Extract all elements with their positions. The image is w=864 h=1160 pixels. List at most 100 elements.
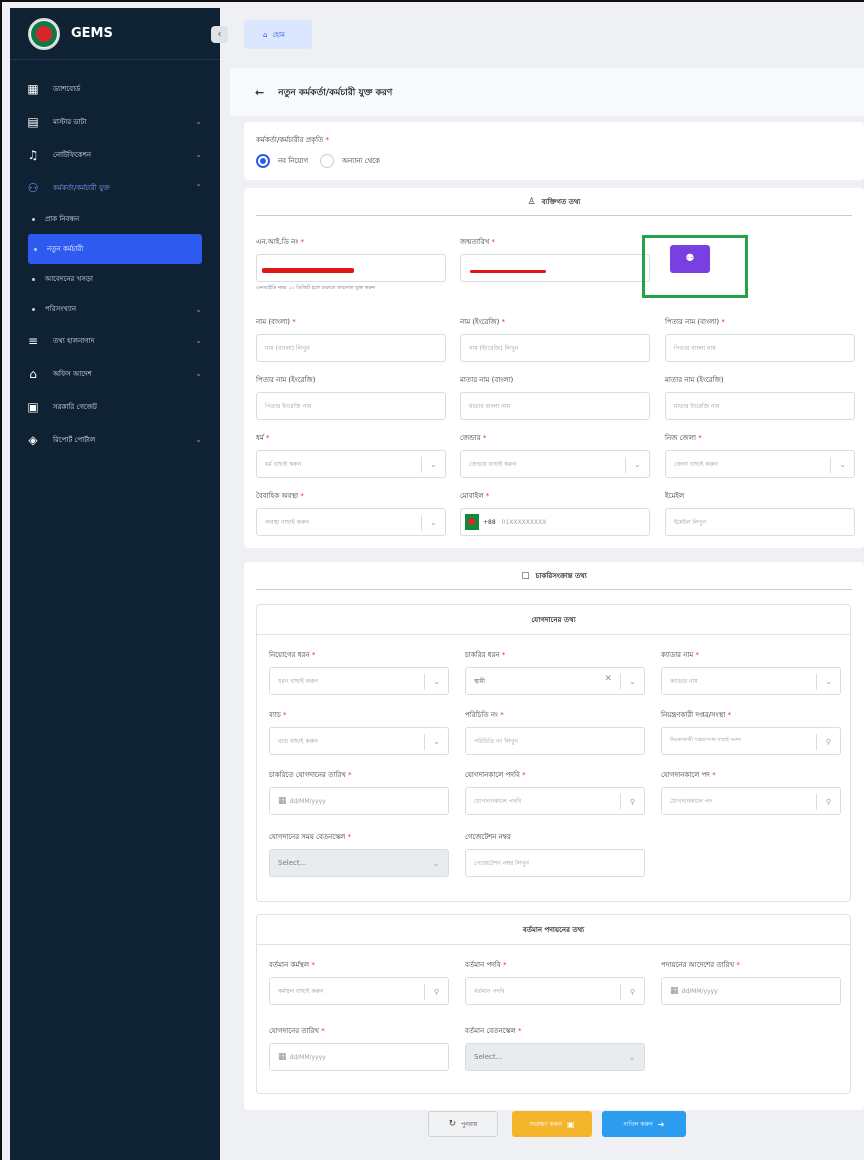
sidebar-item-label: মাস্টার ডাটা [53, 117, 87, 126]
back-arrow-icon[interactable]: ← [255, 86, 264, 99]
sidebar-subitem-label: নতুন কর্মচারী [47, 245, 84, 253]
chevron-down-icon: ⌄ [195, 369, 202, 378]
controller-field: নিয়ন্ত্রণকারী দপ্তর/সংস্থা * নিয়ন্ত্রণ… [661, 709, 841, 755]
gender-field: জেন্ডার * জেন্ডার বাছাই করুন ⌄ [460, 432, 650, 478]
sidebar-item-report-portal[interactable]: ◈ রিপোর্ট পোর্টাল ⌄ [10, 423, 220, 456]
sidebar-item-label: কর্মকর্তা/কর্মচারী যুক্ত [53, 183, 110, 192]
dob-input[interactable] [460, 254, 650, 282]
sidebar-subitem-drafts[interactable]: আবেদনের খসড়া [10, 264, 220, 294]
religion-field: ধর্ম * ধর্ম বাছাই করুন ⌄ [256, 432, 446, 478]
sidebar-item-label: নোটিফিকেশন [53, 150, 92, 159]
radio-new-appointment[interactable] [256, 154, 270, 168]
sidebar-nav: ▦ ড্যাশবোর্ড ▤ মাস্টার ডাটা ⌄ ♫ নোটিফিকেশন ⌄ … [10, 60, 220, 456]
email-field: ইমেইল ইমেইল লিখুন [665, 490, 855, 536]
radio-other-label: অন্যান্য থেকে [342, 157, 380, 165]
sidebar-item-label: ড্যাশবোর্ড [53, 84, 81, 93]
gazette-no-input[interactable]: গেজেটেশন নম্বর লিখুন [465, 849, 645, 877]
join-rank-select[interactable]: যোগদানকালে পদ ⚲ [661, 787, 841, 815]
district-select[interactable]: জেলা বাছাই করুন ⌄ [665, 450, 855, 478]
nature-radio-group: নব নিয়োগ অন্যান্য থেকে [256, 154, 864, 168]
sidebar-item-master-data[interactable]: ▤ মাস্টার ডাটা ⌄ [10, 105, 220, 138]
chevron-down-icon: ⌄ [424, 734, 448, 750]
chevron-down-icon: ⌄ [421, 457, 445, 473]
name-en-input[interactable]: নাম (ইংরেজি) লিখুন [460, 334, 650, 362]
workplace-select[interactable]: কর্মস্থল বাছাই করুন ⚲ [269, 977, 449, 1005]
name-en-field: নাম (ইংরেজি) * নাম (ইংরেজি) লিখুন [460, 316, 650, 362]
current-designation-select[interactable]: বর্তমান পদবি ⚲ [465, 977, 645, 1005]
join-date-input[interactable]: ▦ dd/MM/yyyy [269, 787, 449, 815]
sidebar-subitem-statistics[interactable]: পরিসংখ্যান ⌄ [10, 294, 220, 324]
current-pay-scale-select[interactable]: Select... ⌄ [465, 1043, 645, 1071]
sidebar-item-add-employee[interactable]: ⚇ কর্মকর্তা/কর্মচারী যুক্ত ⌃ [10, 171, 220, 204]
top-border [0, 0, 864, 2]
sidebar-subitem-label: আবেদনের খসড়া [45, 275, 93, 283]
job-type-field: চাকরির ধরন * স্থায়ী ✕ ⌄ [465, 649, 645, 695]
sidebar-subitem-label: পরিসংখ্যান [45, 305, 77, 313]
join-pay-scale-select[interactable]: Select... ⌄ [269, 849, 449, 877]
bank-icon: ⌂ [29, 366, 37, 381]
sidebar-subitem-new-employee[interactable]: নতুন কর্মচারী [28, 234, 202, 264]
name-bn-input[interactable]: নাম (বাংলা) লিখুন [256, 334, 446, 362]
sidebar-subitem-pre-registration[interactable]: প্রাক নিবন্ধন [10, 204, 220, 234]
radio-other[interactable] [320, 154, 335, 168]
bangladesh-flag-icon [465, 514, 479, 530]
save-button[interactable]: সংরক্ষণ করুন ▣ [512, 1111, 592, 1137]
religion-select[interactable]: ধর্ম বাছাই করুন ⌄ [256, 450, 446, 478]
search-list-icon: ⚲ [816, 794, 840, 810]
controller-select[interactable]: নিয়ন্ত্রণকারী দপ্তর/সংস্থা বাছাই করুন ⚲ [661, 727, 841, 755]
sidebar-item-dashboard[interactable]: ▦ ড্যাশবোর্ড [10, 72, 220, 105]
government-logo [28, 17, 60, 50]
app-name: GEMS [71, 26, 113, 41]
batch-select[interactable]: ব্যাচ বাছাই করুন ⌄ [269, 727, 449, 755]
arrow-right-icon: ➜ [657, 1119, 665, 1129]
sidebar-item-notification[interactable]: ♫ নোটিফিকেশন ⌄ [10, 138, 220, 171]
gender-select[interactable]: জেন্ডার বাছাই করুন ⌄ [460, 450, 650, 478]
sidebar-item-update-info[interactable]: ≡ তথ্য হালনাগাদ ⌄ [10, 324, 220, 357]
current-designation-field: বর্তমান পদবি * বর্তমান পদবি ⚲ [465, 959, 645, 1005]
edit-list-icon: ≡ [27, 333, 39, 348]
chevron-up-icon: ⌃ [195, 183, 202, 192]
name-bn-field: নাম (বাংলা) * নাম (বাংলা) লিখুন [256, 316, 446, 362]
search-list-icon: ⚲ [620, 984, 644, 1000]
briefcase-icon: ▢ [521, 570, 530, 581]
join-post-select[interactable]: যোগদানকালে পদবি ⚲ [465, 787, 645, 815]
email-input[interactable]: ইমেইল লিখুন [665, 508, 855, 536]
calendar-icon: ▦ [278, 796, 287, 806]
cadre-field: ক্যাডার নাম * ক্যাডার নাম ⌄ [661, 649, 841, 695]
marital-select[interactable]: অবস্থা বাছাই করুন ⌄ [256, 508, 446, 536]
cadre-select[interactable]: ক্যাডার নাম ⌄ [661, 667, 841, 695]
search-list-icon: ⚲ [424, 984, 448, 1000]
join-post-field: যোগদানকালে পদবি * যোগদানকালে পদবি ⚲ [465, 769, 645, 815]
mother-en-input[interactable]: মাতার ইংরেজি নাম [665, 392, 855, 420]
order-date-input[interactable]: ▦ dd/MM/yyyy [661, 977, 841, 1005]
appoint-type-select[interactable]: ধরন বাছাই করুন ⌄ [269, 667, 449, 695]
id-no-input[interactable]: পরিচিতি নং লিখুন [465, 727, 645, 755]
chevron-down-icon: ⌄ [432, 859, 440, 868]
sidebar-item-office-order[interactable]: ⌂ অফিস আদেশ ⌄ [10, 357, 220, 390]
sidebar-item-gazette[interactable]: ▣ সরকারি গেজেট [10, 390, 220, 423]
appoint-type-field: নিয়োগের ধরন * ধরন বাছাই করুন ⌄ [269, 649, 449, 695]
personal-info-card: ♙ ব্যক্তিগত তথ্য এন.আই.ডি নং * এনআইডি নম্… [244, 188, 864, 548]
breadcrumb[interactable]: ⌂ হোম [244, 20, 312, 49]
chevron-down-icon: ⌄ [628, 1053, 636, 1062]
join-pay-scale-field: যোগদানের সময় বেতনস্কেল * Select... ⌄ [269, 831, 449, 877]
collapse-sidebar-icon[interactable]: ‹ [211, 26, 228, 43]
job-type-select[interactable]: স্থায়ী ✕ ⌄ [465, 667, 645, 695]
joining-info-title: যোগদানের তথ্য [257, 605, 850, 635]
submit-button[interactable]: দাখিল করুন ➜ [602, 1111, 686, 1137]
join-rank-field: যোগদানকালে পদ * যোগদানকালে পদ ⚲ [661, 769, 841, 815]
reset-button[interactable]: ↻ পুনরায় [428, 1111, 498, 1137]
chevron-down-icon: ⌄ [195, 435, 202, 444]
mobile-input[interactable]: +88 01XXXXXXXXX [460, 508, 650, 536]
personal-info-header: ♙ ব্যক্তিগত তথ্য [256, 188, 852, 216]
mobile-field: মোবাইল * +88 01XXXXXXXXX [460, 490, 650, 536]
current-posting-box: বর্তমান পদায়নের তথ্য বর্তমান কর্মস্থল *… [256, 914, 851, 1094]
father-bn-input[interactable]: পিতার বাংলা নাম [665, 334, 855, 362]
search-list-icon: ⚲ [620, 794, 644, 810]
father-bn-field: পিতার নাম (বাংলা) * পিতার বাংলা নাম [665, 316, 855, 362]
father-en-input[interactable]: পিতার ইংরেজি নাম [256, 392, 446, 420]
joining-date-input[interactable]: ▦ dd/MM/yyyy [269, 1043, 449, 1071]
chevron-down-icon: ⌄ [195, 150, 202, 159]
page-header: ← নতুন কর্মকর্তা/কর্মচারী যুক্ত করণ [230, 68, 864, 116]
mother-bn-input[interactable]: মাতার বাংলা নাম [460, 392, 650, 420]
